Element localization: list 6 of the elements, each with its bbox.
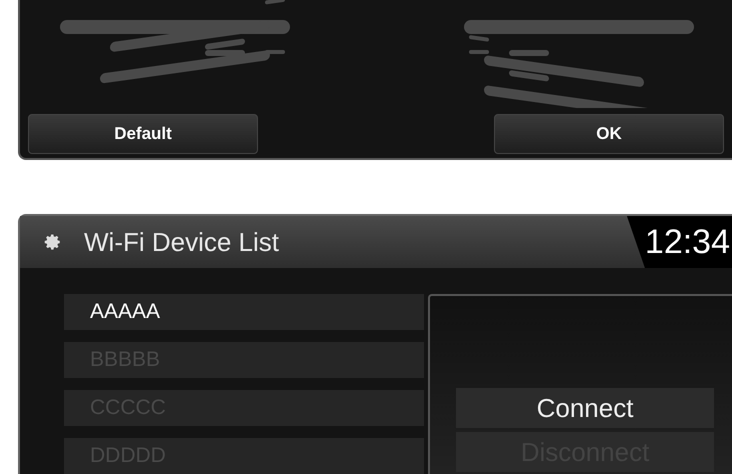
screen-title: Wi-Fi Device List	[84, 226, 280, 258]
screen-button[interactable]: Default	[28, 114, 258, 154]
device-row[interactable]: AAAAA	[64, 294, 424, 330]
screen-button[interactable]: OK	[494, 114, 724, 154]
gear-icon	[44, 233, 62, 251]
menu-button[interactable]: Connect	[456, 388, 714, 428]
